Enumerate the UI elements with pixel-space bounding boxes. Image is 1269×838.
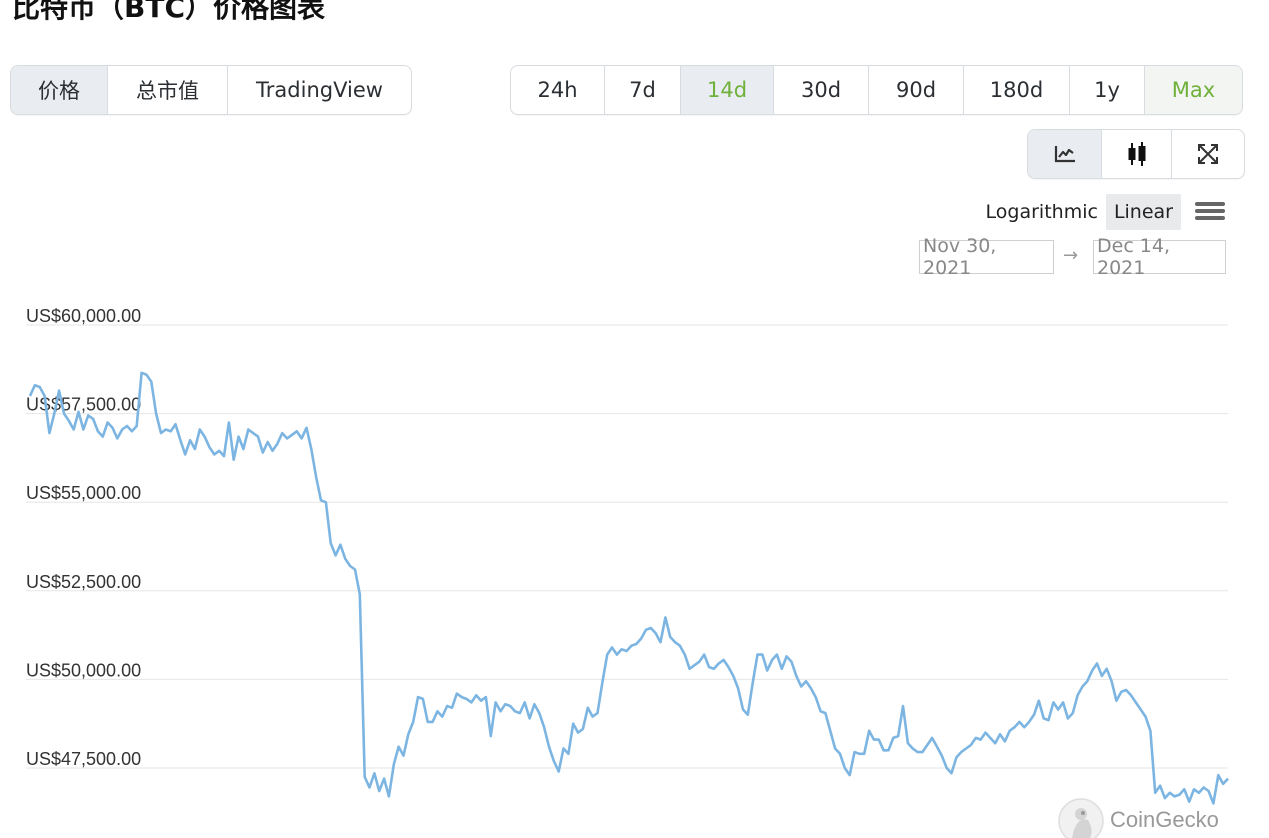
logarithmic-option[interactable]: Logarithmic xyxy=(978,194,1106,230)
tab-tradingview[interactable]: TradingView xyxy=(228,66,411,114)
range-90d-button[interactable]: 90d xyxy=(869,66,964,114)
range-max-button[interactable]: Max xyxy=(1145,66,1242,114)
coingecko-gecko-icon xyxy=(1058,798,1104,838)
date-from-input[interactable]: Nov 30, 2021 xyxy=(919,235,1054,279)
expand-button[interactable] xyxy=(1172,130,1244,178)
watermark-text: CoinGecko xyxy=(1110,807,1219,832)
range-tabs: 24h 7d 14d 30d 90d 180d 1y Max xyxy=(510,65,1243,115)
line-chart-icon xyxy=(1054,146,1075,163)
y-tick-label: US$57,500.00 xyxy=(26,395,141,415)
page-title: 比特币（BTC）价格图表 xyxy=(12,0,325,24)
candlestick-button[interactable] xyxy=(1102,130,1172,178)
chart-type-tools xyxy=(1027,129,1245,179)
y-tick-label: US$52,500.00 xyxy=(26,572,141,592)
range-1y-button[interactable]: 1y xyxy=(1070,66,1145,114)
hamburger-menu-icon[interactable] xyxy=(1195,200,1225,224)
tab-market-cap[interactable]: 总市值 xyxy=(108,66,228,114)
metric-tabs: 价格 总市值 TradingView xyxy=(10,65,412,115)
linear-option[interactable]: Linear xyxy=(1105,194,1181,230)
chart-grid xyxy=(26,324,1228,769)
range-14d-button[interactable]: 14d xyxy=(681,66,774,114)
y-tick-label: US$60,000.00 xyxy=(26,306,141,326)
date-to-input[interactable]: Dec 14, 2021 xyxy=(1093,235,1226,279)
range-24h-button[interactable]: 24h xyxy=(511,66,605,114)
line-chart-button[interactable] xyxy=(1028,130,1102,178)
y-tick-label: US$55,000.00 xyxy=(26,483,141,503)
price-chart: US$47,500.00 US$50,000.00 US$52,500.00 US$5… xyxy=(26,306,1229,838)
y-tick-label: US$50,000.00 xyxy=(26,660,141,680)
range-7d-button[interactable]: 7d xyxy=(605,66,681,114)
y-axis-labels: US$47,500.00 US$50,000.00 US$52,500.00 US$5… xyxy=(26,306,141,769)
coingecko-watermark: CoinGecko xyxy=(1058,798,1219,838)
price-line xyxy=(28,371,1229,805)
range-30d-button[interactable]: 30d xyxy=(774,66,869,114)
tab-price[interactable]: 价格 xyxy=(11,66,108,114)
expand-icon xyxy=(1198,144,1218,164)
range-180d-button[interactable]: 180d xyxy=(964,66,1070,114)
date-arrow-icon: → xyxy=(1063,245,1079,266)
candlestick-icon xyxy=(1128,142,1145,166)
y-tick-label: US$47,500.00 xyxy=(26,749,141,769)
scale-toggle: Logarithmic Linear xyxy=(978,194,1225,230)
